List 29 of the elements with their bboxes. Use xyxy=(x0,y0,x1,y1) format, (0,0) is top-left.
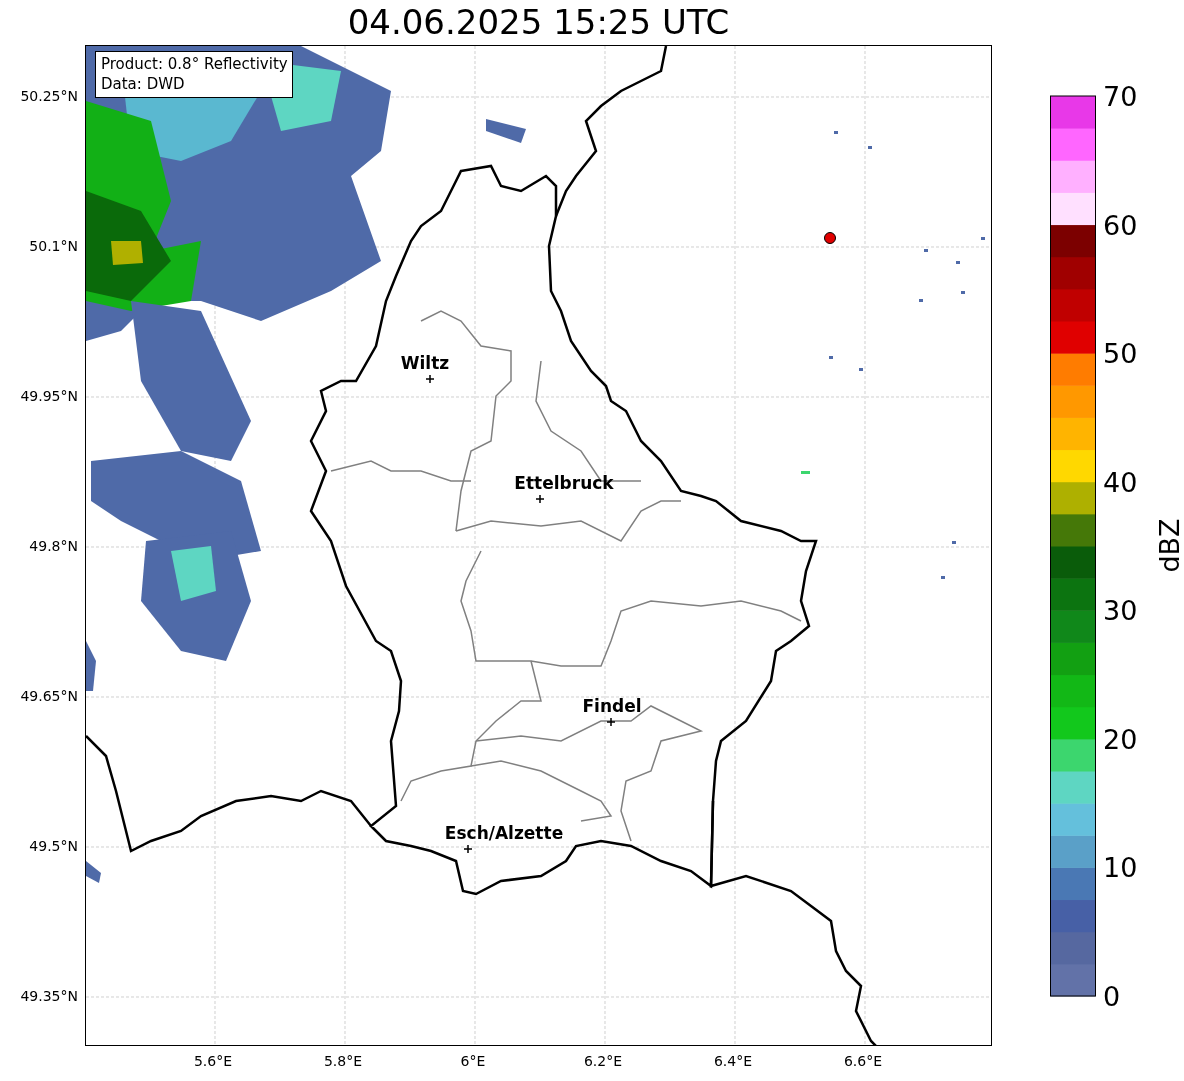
colorbar-tick-label: 20 xyxy=(1103,725,1138,753)
x-axis-label: 6.4°E xyxy=(713,1053,753,1069)
colorbar-tick-label: 10 xyxy=(1103,853,1138,881)
info-text: Data: DWD xyxy=(101,74,186,94)
colorbar-tick-label: 0 xyxy=(1103,982,1121,1010)
y-axis-label: 50.1°N xyxy=(29,238,78,254)
colorbar-tick-label: 40 xyxy=(1103,468,1138,496)
city-label: Wiltz xyxy=(400,353,450,373)
colorbar-tick-label: 50 xyxy=(1103,339,1138,367)
info-text: Product: 0.8° Reflectivity xyxy=(101,54,288,74)
city-label: Esch/Alzette xyxy=(444,823,564,843)
colorbar-tick-label: 60 xyxy=(1103,211,1138,239)
y-axis-label: 49.35°N xyxy=(20,988,78,1004)
y-axis-label: 49.95°N xyxy=(20,388,78,404)
colorbar-tick-label: 30 xyxy=(1103,596,1138,624)
x-axis-label: 6°E xyxy=(460,1053,486,1069)
city-label: Ettelbruck xyxy=(514,473,614,493)
x-axis-label: 5.8°E xyxy=(323,1053,363,1069)
x-axis-label: 6.2°E xyxy=(583,1053,623,1069)
x-axis-label: 6.6°E xyxy=(843,1053,883,1069)
city-label: Findel xyxy=(582,696,642,716)
colorbar-label: dBZ xyxy=(1153,518,1184,573)
y-axis-label: 49.65°N xyxy=(20,688,78,704)
y-axis-label: 50.25°N xyxy=(20,88,78,104)
y-axis-label: 49.8°N xyxy=(29,538,78,554)
y-axis-label: 49.5°N xyxy=(29,838,78,854)
colorbar-tick-label: 70 xyxy=(1103,82,1138,110)
x-axis-label: 5.6°E xyxy=(193,1053,233,1069)
chart-title: 04.06.2025 15:25 UTC xyxy=(347,5,730,39)
